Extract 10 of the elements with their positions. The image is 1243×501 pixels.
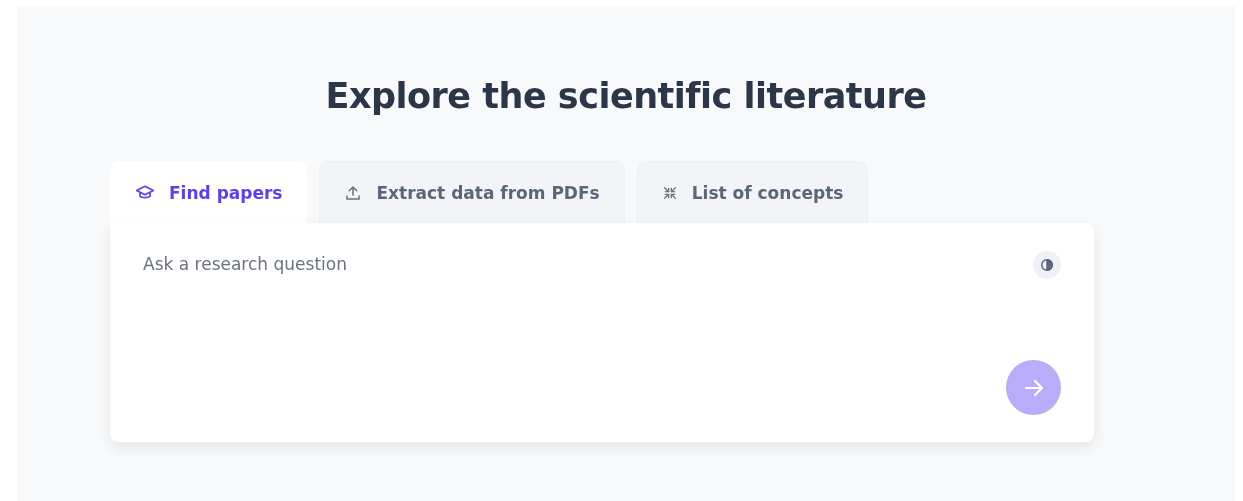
question-box[interactable]: Ask a research question	[110, 223, 1094, 442]
tab[interactable]: Extract data from PDFs	[319, 161, 625, 223]
collapse-arrows-icon	[661, 184, 678, 201]
mode-toggle-button[interactable]	[1033, 251, 1061, 279]
tab[interactable]: Find papers	[110, 161, 308, 223]
toggle-icon	[1040, 258, 1054, 272]
page-heading: Explore the scientific literature	[325, 76, 927, 116]
tab[interactable]: List of concepts	[636, 161, 869, 223]
question-field[interactable]: Ask a research question	[110, 223, 990, 343]
upload-icon	[344, 183, 363, 202]
